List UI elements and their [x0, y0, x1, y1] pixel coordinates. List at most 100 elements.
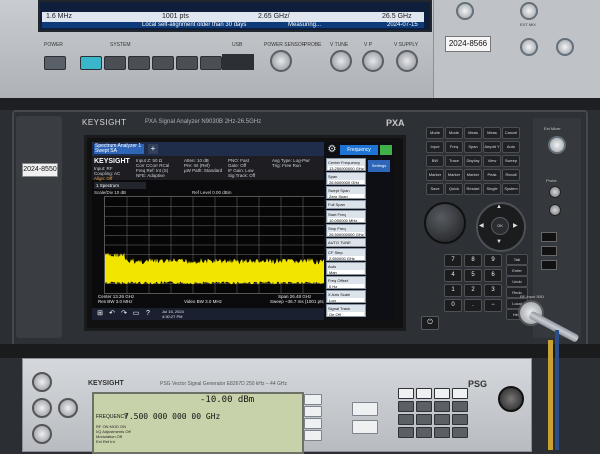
softkey-3[interactable]: Full Span — [326, 200, 366, 209]
hardkey-quick-save[interactable]: Quick Save — [445, 183, 463, 195]
psg-key-r1c1[interactable] — [416, 401, 432, 412]
hardkey-recall[interactable]: Recall — [502, 169, 520, 181]
v-supply-port[interactable] — [396, 50, 418, 72]
psg-amplitude-key[interactable] — [352, 420, 378, 434]
hardkey-marker-to[interactable]: Marker To — [445, 169, 463, 181]
usb-ports[interactable] — [222, 54, 254, 70]
softkey-4[interactable]: Start Freq 10.000000 MHz — [326, 210, 366, 223]
hardkey-meas[interactable]: Meas — [464, 127, 482, 139]
psg-frequency-key[interactable] — [352, 402, 378, 416]
softkey-9[interactable]: Freq Offset 0 Hz — [326, 276, 366, 289]
softkey-2[interactable]: Swept Span Zero Span — [326, 186, 366, 199]
psg-connector-1[interactable] — [32, 372, 52, 392]
windows-icon[interactable]: ⊞ — [96, 310, 104, 318]
hardkey-input-output[interactable]: Input Output — [426, 141, 444, 153]
arrow-down-icon[interactable]: ▼ — [496, 239, 502, 245]
psg-key-r3c3[interactable] — [452, 427, 468, 438]
arrow-right-icon[interactable]: ▶ — [513, 222, 518, 229]
hardkey-display[interactable]: Display — [464, 155, 482, 167]
top-power-button[interactable] — [44, 56, 66, 70]
hardkey-save[interactable]: Save — [426, 183, 444, 195]
top-system-key-5[interactable] — [176, 56, 198, 70]
power-sensor-port[interactable] — [270, 50, 292, 72]
undo-icon[interactable]: ↶ — [108, 310, 116, 318]
psg-key-r3c1[interactable] — [416, 427, 432, 438]
arrow-up-icon[interactable]: ▲ — [496, 204, 502, 210]
num-key-10[interactable]: . — [464, 299, 482, 312]
arrow-left-icon[interactable]: ◀ — [479, 222, 484, 229]
top-port-2[interactable] — [520, 2, 538, 20]
hardkey-bw[interactable]: BW — [426, 155, 444, 167]
hardkey-restart[interactable]: Restart — [464, 183, 482, 195]
pxa-power-button[interactable]: ⏻ — [421, 316, 439, 330]
psg-key-r2c2[interactable] — [434, 414, 450, 425]
side-key-tab[interactable]: Tab — [506, 254, 528, 265]
hardkey-view[interactable]: View — [483, 155, 501, 167]
hardkey-meas-setup[interactable]: Meas Setup — [483, 127, 501, 139]
hardkey-single[interactable]: Single — [483, 183, 501, 195]
top-system-key-2[interactable] — [104, 56, 126, 70]
hardkey-trace[interactable]: Trace — [445, 155, 463, 167]
num-key-9[interactable]: 0 — [444, 299, 462, 312]
hardkey-cancel-esc[interactable]: Cancel Esc — [502, 127, 520, 139]
hardkey-marker-func[interactable]: Marker Func — [464, 169, 482, 181]
hardkey-span[interactable]: Span — [464, 141, 482, 153]
hardkey-sweep[interactable]: Sweep — [502, 155, 520, 167]
hardkey-freq[interactable]: Freq — [445, 141, 463, 153]
usb-port-3[interactable] — [541, 260, 557, 270]
psg-key-r0c2[interactable] — [434, 388, 450, 399]
softkey-11[interactable]: Signal Track On Off — [326, 304, 366, 317]
num-key-2[interactable]: 9 — [484, 254, 502, 267]
softkey-10[interactable]: X Axis Scale Log — [326, 290, 366, 303]
num-key-7[interactable]: 2 — [464, 284, 482, 297]
side-key-enter[interactable]: Enter — [506, 265, 528, 276]
psg-key-r1c0[interactable] — [398, 401, 414, 412]
psg-key-r2c1[interactable] — [416, 414, 432, 425]
psg-softkey-0[interactable] — [304, 394, 322, 405]
usb-port-2[interactable] — [541, 246, 557, 256]
num-key-1[interactable]: 8 — [464, 254, 482, 267]
menu-tab-settings[interactable]: Settings — [368, 160, 390, 172]
v-tune-port[interactable] — [330, 50, 352, 72]
num-key-4[interactable]: 5 — [464, 269, 482, 282]
top-system-key-6[interactable] — [200, 56, 222, 70]
hardkey-mode-preset[interactable]: Mode Preset — [426, 127, 444, 139]
num-key-0[interactable]: 7 — [444, 254, 462, 267]
gear-icon[interactable]: ⚙ — [326, 144, 338, 156]
hardkey-peak-search[interactable]: Peak Search — [483, 169, 501, 181]
psg-softkey-1[interactable] — [304, 406, 322, 417]
psg-connector-2[interactable] — [32, 398, 52, 418]
dpad-ok-button[interactable]: OK — [491, 217, 509, 235]
softkey-0[interactable]: Center Frequency 13.250000000 GHz — [326, 158, 366, 171]
hardkey-mode-setup[interactable]: Mode Setup — [445, 127, 463, 139]
redo-icon[interactable]: ↷ — [120, 310, 128, 318]
psg-connector-3[interactable] — [32, 424, 52, 444]
psg-connector-4[interactable] — [58, 398, 78, 418]
top-system-key-1[interactable] — [80, 56, 102, 70]
side-key-undo[interactable]: Undo — [506, 276, 528, 287]
add-tab-button[interactable]: + — [148, 144, 158, 154]
rotary-knob[interactable] — [424, 202, 466, 244]
menu-collapse-button[interactable] — [380, 145, 392, 155]
num-key-11[interactable]: − — [484, 299, 502, 312]
top-system-key-3[interactable] — [128, 56, 150, 70]
trace-window-label[interactable]: 1 Spectrum — [94, 182, 146, 189]
psg-key-r3c0[interactable] — [398, 427, 414, 438]
tab-spectrum-analyzer[interactable]: Spectrum Analyzer 1 Swept SA — [94, 144, 144, 154]
top-system-key-4[interactable] — [152, 56, 174, 70]
probe-jack[interactable] — [549, 186, 561, 198]
softkey-1[interactable]: Span 26.5000000 GHz — [326, 172, 366, 185]
top-port-4[interactable] — [556, 38, 574, 56]
vp-port[interactable] — [362, 50, 384, 72]
top-port-3[interactable] — [520, 38, 538, 56]
psg-key-r0c1[interactable] — [416, 388, 432, 399]
hardkey-auto-couple[interactable]: Auto Couple — [502, 141, 520, 153]
psg-key-r0c0[interactable] — [398, 388, 414, 399]
hardkey-amptd-y-scale[interactable]: Amptd Y Scale — [483, 141, 501, 153]
spectrum-plot[interactable] — [104, 196, 326, 294]
num-key-8[interactable]: 3 — [484, 284, 502, 297]
psg-key-r2c3[interactable] — [452, 414, 468, 425]
file-icon[interactable]: ▭ — [132, 310, 140, 318]
usb-port-1[interactable] — [541, 232, 557, 242]
num-key-6[interactable]: 1 — [444, 284, 462, 297]
